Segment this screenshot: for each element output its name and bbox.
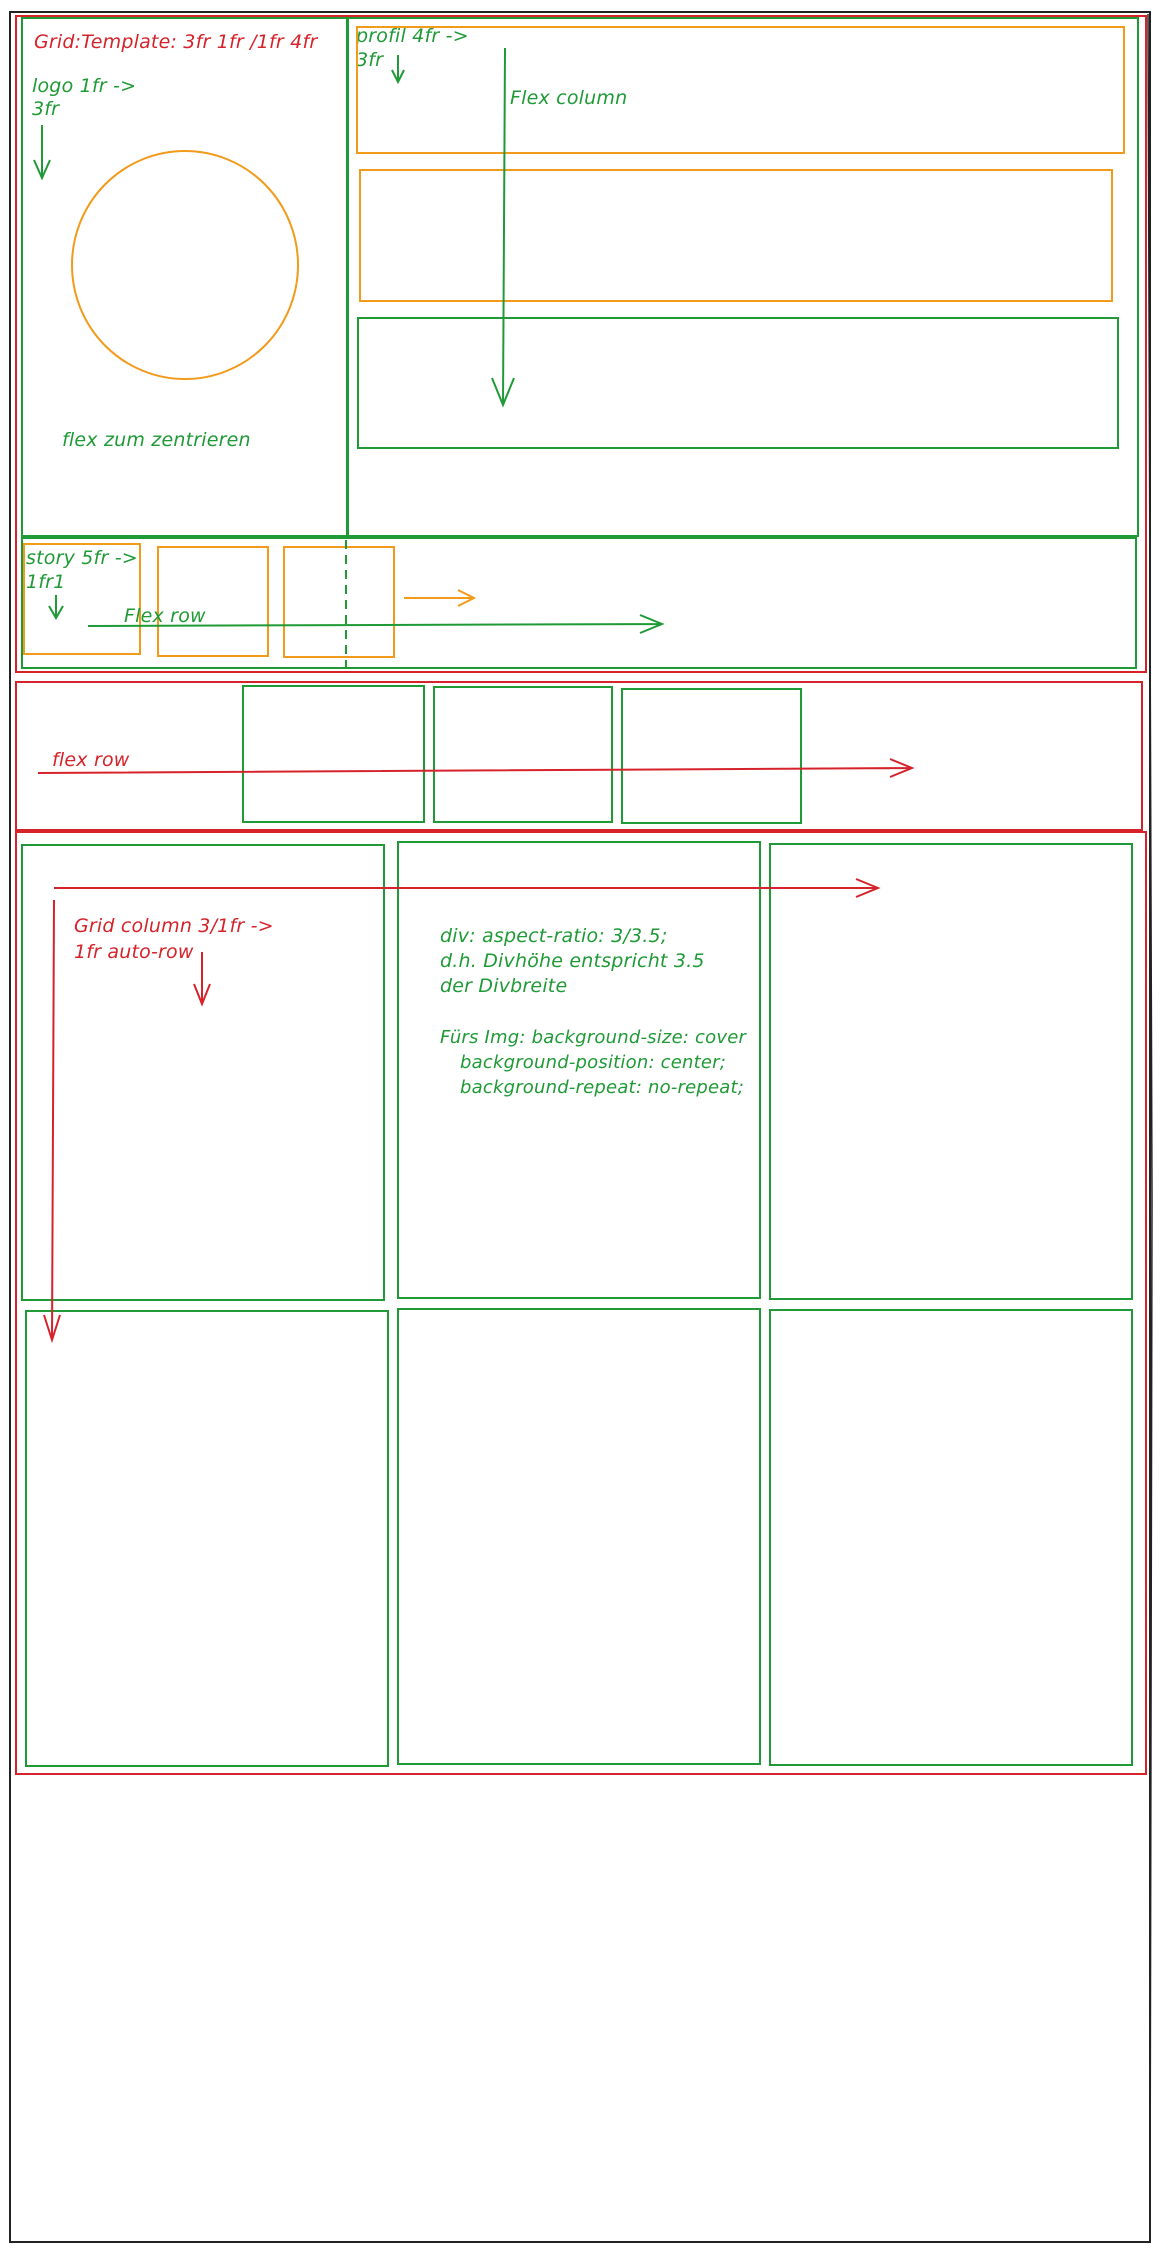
grid-column-note-line1: Grid column 3/1fr -> <box>74 915 274 937</box>
aspect-note-line3: der Divbreite <box>440 975 567 997</box>
grid-cell-5 <box>397 1308 761 1765</box>
story-box-2 <box>157 546 269 657</box>
profil-note-line1: profil 4fr -> <box>355 25 469 47</box>
grid-auto-row-arrow <box>43 899 61 1344</box>
img-note-line3: background-repeat: no-repeat; <box>460 1077 744 1098</box>
middle-flex-row-note: flex row <box>52 749 130 771</box>
header-section-outline <box>15 15 1147 673</box>
profile-box-3 <box>357 317 1119 449</box>
story-note-line2: 1fr1 <box>26 571 65 593</box>
story-down-arrow <box>48 595 64 620</box>
story-box-3 <box>283 546 395 658</box>
profile-column <box>347 17 1139 537</box>
profil-down-arrow <box>391 55 405 85</box>
grid-section-outline <box>15 831 1147 1775</box>
grid-small-down-arrow <box>193 952 211 1007</box>
story-note-line1: story 5fr -> <box>26 547 138 569</box>
sketch-canvas: Grid:Template: 3fr 1fr /1fr 4fr logo 1fr… <box>9 11 1153 2243</box>
story-row <box>21 537 1137 669</box>
grid-column-arrow <box>54 878 881 898</box>
profile-box-2 <box>359 169 1113 302</box>
aspect-note-line1: div: aspect-ratio: 3/3.5; <box>440 925 667 947</box>
logo-note-line1: logo 1fr -> <box>32 75 136 97</box>
img-note-line2: background-position: center; <box>460 1052 726 1073</box>
logo-circle <box>71 150 299 380</box>
page-frame <box>9 11 1151 2243</box>
grid-column-note-line2: 1fr auto-row <box>74 941 194 963</box>
middle-box-1 <box>242 685 425 823</box>
grid-template-note: Grid:Template: 3fr 1fr /1fr 4fr <box>34 31 318 53</box>
profile-box-1 <box>356 26 1125 154</box>
grid-cell-6 <box>769 1309 1133 1766</box>
flex-column-note: Flex column <box>510 87 627 109</box>
grid-cell-3 <box>769 843 1133 1300</box>
profil-note-line2: 3fr <box>356 49 384 71</box>
grid-cell-1 <box>21 844 385 1301</box>
logo-note-line2: 3fr <box>32 98 60 120</box>
grid-cell-4 <box>25 1310 389 1767</box>
flex-center-note: flex zum zentrieren <box>62 429 251 451</box>
logo-down-arrow <box>33 125 51 181</box>
middle-flex-row-arrow <box>37 758 915 778</box>
middle-box-3 <box>621 688 802 824</box>
middle-section-outline <box>15 681 1143 831</box>
middle-box-2 <box>433 686 613 823</box>
img-note-line1: Fürs Img: background-size: cover <box>440 1027 747 1048</box>
aspect-note-line2: d.h. Divhöhe entspricht 3.5 <box>440 950 705 972</box>
story-flex-row-note: Flex row <box>124 605 206 627</box>
story-orange-arrow <box>404 589 477 607</box>
